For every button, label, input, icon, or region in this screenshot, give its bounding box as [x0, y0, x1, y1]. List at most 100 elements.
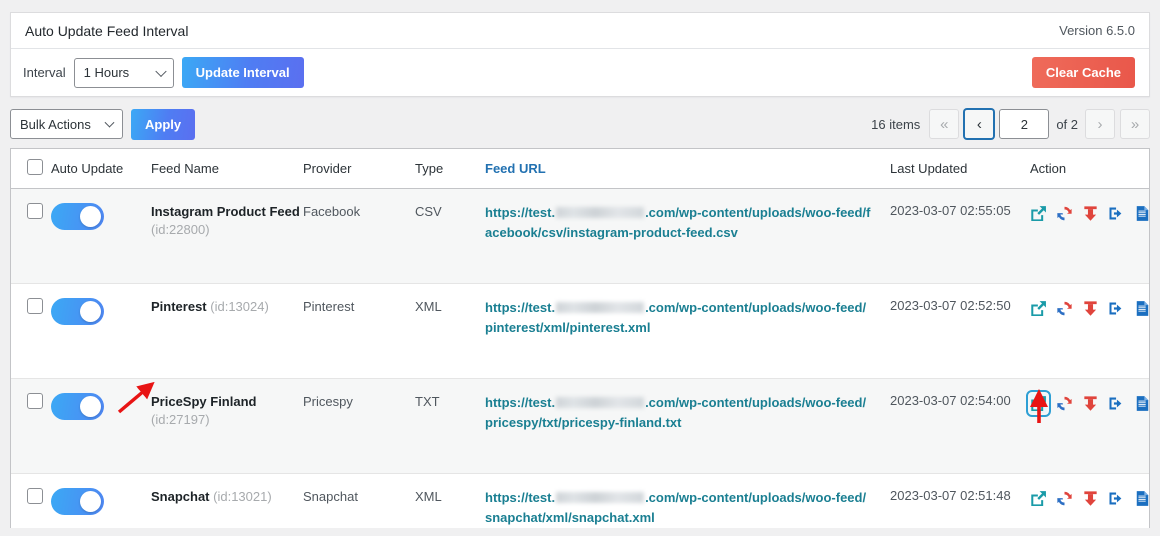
feed-url-link[interactable]: https://test. .com/wp-content/uploads/woo…	[485, 298, 890, 337]
auto-update-toggle[interactable]	[51, 488, 104, 515]
interval-select[interactable]: 1 Hours	[73, 57, 174, 88]
row-select-cell	[11, 283, 51, 379]
download-feed-icon[interactable]	[1082, 394, 1099, 413]
last-updated-cell: 2023-03-07 02:51:48	[890, 473, 1030, 528]
current-page-input[interactable]	[999, 109, 1050, 139]
auto-update-interval-panel: Auto Update Feed Interval Version 6.5.0 …	[10, 12, 1150, 97]
export-feed-icon[interactable]	[1108, 489, 1125, 508]
feed-log-icon[interactable]	[1134, 394, 1149, 413]
feed-url-cell: https://test. .com/wp-content/uploads/woo…	[485, 283, 890, 379]
feeds-table-container: Auto Update Feed Name Provider Type Feed…	[10, 148, 1150, 528]
first-page-button[interactable]: «	[929, 109, 960, 139]
auto-update-toggle[interactable]	[51, 203, 104, 230]
auto-update-toggle[interactable]	[51, 393, 104, 420]
download-feed-icon[interactable]	[1082, 204, 1099, 223]
table-row: Pinterest (id:13024) Pinterest XML https://…	[11, 283, 1149, 379]
header-type: Type	[415, 149, 485, 189]
apply-button[interactable]: Apply	[131, 108, 196, 140]
last-updated-cell: 2023-03-07 02:54:00	[890, 378, 1030, 474]
action-cell	[1030, 188, 1149, 284]
view-feed-icon[interactable]	[1030, 299, 1047, 318]
interval-label: Interval	[23, 65, 66, 80]
redacted-domain	[556, 302, 645, 314]
export-feed-icon[interactable]	[1108, 299, 1125, 318]
last-updated-cell: 2023-03-07 02:52:50	[890, 283, 1030, 379]
regenerate-feed-icon[interactable]	[1056, 204, 1073, 223]
header-provider: Provider	[303, 149, 415, 189]
feed-url-link[interactable]: https://test. .com/wp-content/uploads/woo…	[485, 203, 890, 242]
provider-value: Pinterest	[303, 299, 355, 314]
header-feed-url-link[interactable]: Feed URL	[485, 161, 546, 176]
feed-name-cell: PriceSpy Finland (id:27197)	[151, 378, 303, 474]
feed-log-icon[interactable]	[1134, 299, 1149, 318]
regenerate-feed-icon[interactable]	[1056, 394, 1073, 413]
provider-value: Snapchat	[303, 489, 358, 504]
view-feed-icon[interactable]	[1026, 390, 1051, 417]
row-checkbox[interactable]	[27, 393, 43, 409]
row-checkbox[interactable]	[27, 488, 43, 504]
last-updated-value: 2023-03-07 02:55:05	[890, 203, 1011, 218]
action-icon-group	[1026, 390, 1149, 417]
view-feed-icon[interactable]	[1030, 489, 1047, 508]
feed-name-link[interactable]: Snapchat	[151, 489, 210, 504]
feeds-table: Auto Update Feed Name Provider Type Feed…	[11, 149, 1149, 528]
download-feed-icon[interactable]	[1082, 489, 1099, 508]
type-cell: XML	[415, 283, 485, 379]
feed-log-icon[interactable]	[1134, 489, 1149, 508]
provider-value: Facebook	[303, 204, 361, 219]
select-all-checkbox[interactable]	[27, 159, 43, 175]
select-all-header	[11, 149, 51, 189]
table-header-row: Auto Update Feed Name Provider Type Feed…	[11, 149, 1149, 189]
row-checkbox[interactable]	[27, 298, 43, 314]
url-common: .com/wp-content/uploads/woo-	[645, 300, 836, 315]
provider-cell: Pinterest	[303, 283, 415, 379]
provider-cell: Facebook	[303, 188, 415, 284]
feed-log-icon[interactable]	[1134, 204, 1149, 223]
chevron-down-icon	[154, 65, 167, 77]
url-prefix: https://test.	[485, 490, 556, 505]
redacted-domain	[556, 492, 645, 504]
feed-name-link[interactable]: PriceSpy Finland	[151, 394, 256, 409]
last-page-button[interactable]: »	[1120, 109, 1150, 139]
feed-id: (id:22800)	[151, 221, 210, 237]
version-label: Version 6.5.0	[1059, 23, 1135, 38]
next-page-button[interactable]: ›	[1085, 109, 1115, 139]
row-select-cell	[11, 473, 51, 528]
feed-url-link[interactable]: https://test. .com/wp-content/uploads/woo…	[485, 393, 890, 432]
feed-name-link[interactable]: Instagram Product Feed	[151, 204, 300, 219]
toggle-knob	[80, 396, 101, 417]
interval-controls: Interval 1 Hours Update Interval	[23, 57, 304, 88]
feed-name-link[interactable]: Pinterest	[151, 299, 207, 314]
type-value: TXT	[415, 394, 440, 409]
feed-id: (id:27197)	[151, 411, 210, 427]
row-checkbox[interactable]	[27, 203, 43, 219]
type-cell: CSV	[415, 188, 485, 284]
auto-update-toggle[interactable]	[51, 298, 104, 325]
table-head: Auto Update Feed Name Provider Type Feed…	[11, 149, 1149, 189]
last-updated-value: 2023-03-07 02:51:48	[890, 488, 1011, 503]
type-value: XML	[415, 299, 442, 314]
download-feed-icon[interactable]	[1082, 299, 1099, 318]
type-value: CSV	[415, 204, 442, 219]
action-icon-group	[1030, 203, 1149, 223]
regenerate-feed-icon[interactable]	[1056, 299, 1073, 318]
url-common: .com/wp-content/uploads/woo-	[645, 205, 836, 220]
previous-page-button[interactable]: ‹	[964, 109, 995, 139]
action-cell	[1026, 378, 1149, 474]
regenerate-feed-icon[interactable]	[1056, 489, 1073, 508]
action-cell	[1030, 283, 1149, 379]
feed-url-link[interactable]: https://test. .com/wp-content/uploads/woo…	[485, 488, 890, 527]
items-count: 16 items	[871, 116, 921, 132]
export-feed-icon[interactable]	[1108, 394, 1125, 413]
export-feed-icon[interactable]	[1108, 204, 1125, 223]
auto-update-cell	[51, 283, 151, 379]
provider-cell: Snapchat	[303, 473, 415, 528]
update-interval-button[interactable]: Update Interval	[181, 57, 304, 88]
url-common: .com/wp-content/uploads/woo-	[645, 395, 836, 410]
bulk-actions-select[interactable]: Bulk Actions	[10, 109, 123, 139]
view-feed-icon[interactable]	[1030, 204, 1047, 223]
pagination: 16 items « ‹ of 2 › »	[871, 109, 1150, 139]
panel-header: Auto Update Feed Interval Version 6.5.0	[11, 13, 1149, 49]
clear-cache-button[interactable]: Clear Cache	[1031, 57, 1135, 88]
row-select-cell	[11, 378, 51, 474]
